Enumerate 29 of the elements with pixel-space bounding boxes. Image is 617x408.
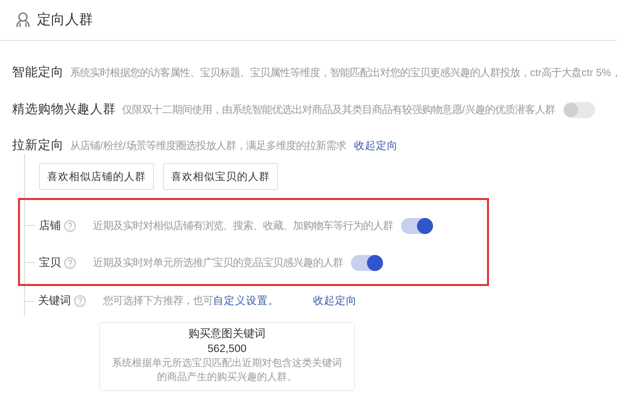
audience-button[interactable]: 喜欢相似店铺的人群	[39, 163, 154, 190]
option-label: 宝贝	[39, 256, 61, 270]
row-description: 仅限双十二期间使用，由系统智能优选出对商品及其类目商品有较强购物意愿/兴趣的优质潜客人群	[122, 103, 555, 116]
row-label: 拉新定向	[12, 137, 64, 154]
option-label: 店铺	[39, 218, 61, 232]
option-description: 您可选择下方推荐，也可自定义设置。	[103, 294, 279, 308]
toggle-switch[interactable]	[351, 254, 383, 270]
option-description: 近期及实时对相似店铺有浏览、搜索、收藏、加购物车等行为的人群	[93, 219, 393, 232]
help-icon[interactable]	[64, 256, 76, 268]
row-description: 系统实时根据您的访客属性、宝贝标题、宝贝属性等维度，智能匹配出对您的宝贝更感兴趣的人群投放，ctr高于大盘ctr 5%，	[70, 66, 617, 80]
custom-settings-link[interactable]: 自定义设置。	[213, 295, 279, 307]
collapse-link[interactable]: 收起定向	[354, 138, 398, 152]
row-description: 从店铺/粉丝/场景等维度圈选投放人群，满足多维度的拉新需求	[70, 139, 346, 152]
row-label: 智能定向	[12, 64, 64, 81]
section-title: 定向人群	[37, 11, 93, 29]
option-description: 近期及实时对单元所选推广宝贝的竞品宝贝感兴趣的人群	[93, 256, 343, 270]
card-title: 购买意图关键词	[188, 327, 266, 342]
keyword-card[interactable]: 购买意图关键词 562,500 系统根据单元所选宝贝匹配出近期对包含这类关键词的商品产生的购买兴趣的人群。	[99, 322, 355, 391]
card-description: 系统根据单元所选宝贝匹配出近期对包含这类关键词的商品产生的购买兴趣的人群。	[111, 357, 343, 385]
help-icon[interactable]	[74, 295, 86, 307]
help-icon[interactable]	[64, 220, 76, 232]
row-label: 精选购物兴趣人群	[12, 101, 116, 118]
audience-button[interactable]: 喜欢相似宝贝的人群	[163, 163, 278, 190]
toggle-switch[interactable]	[401, 218, 433, 234]
card-count: 562,500	[207, 342, 247, 357]
people-icon	[14, 11, 32, 29]
collapse-link[interactable]: 收起定向	[313, 294, 357, 308]
option-label: 关键词	[38, 294, 71, 308]
toggle-switch[interactable]	[562, 102, 595, 118]
